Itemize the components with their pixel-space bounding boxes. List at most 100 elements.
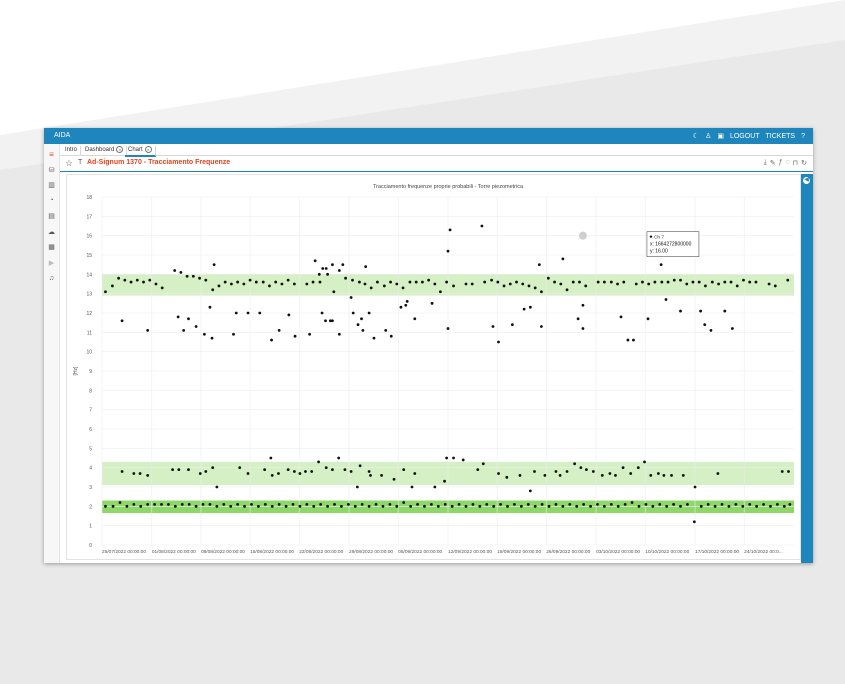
tab-intro[interactable]: Intro	[62, 146, 82, 155]
data-point	[510, 323, 514, 326]
data-point	[568, 503, 572, 506]
archive-icon[interactable]: ▦	[47, 242, 56, 251]
data-point	[452, 284, 455, 288]
y-tick-label: 5	[89, 446, 92, 452]
close-icon[interactable]: ×	[116, 146, 124, 153]
data-point	[405, 300, 409, 303]
data-point	[135, 278, 139, 282]
lock-icon[interactable]: ⊓	[793, 159, 798, 167]
scatter-chart[interactable]: Tracciamento frequenze proprie probabili…	[67, 175, 800, 559]
y-tick-label: 2	[89, 504, 92, 510]
data-point	[409, 504, 413, 508]
chart-icon[interactable]: ▥	[47, 180, 56, 189]
text-size-icon[interactable]: T	[78, 159, 82, 166]
right-collapse-bar[interactable]: ◀	[801, 174, 813, 563]
data-point	[578, 280, 581, 284]
data-point	[755, 504, 759, 508]
data-point	[533, 470, 536, 473]
data-point	[664, 298, 668, 301]
data-point	[703, 323, 707, 326]
data-point	[786, 278, 790, 282]
data-point	[762, 503, 765, 506]
play-icon[interactable]: ▶	[47, 258, 56, 267]
highlight-point	[578, 231, 587, 240]
data-point	[720, 503, 724, 506]
x-tick-label: 15/08/2022 00:00:00	[250, 549, 294, 555]
data-point	[476, 468, 480, 471]
logout-link[interactable]: LOGOUT	[730, 133, 760, 140]
data-point	[767, 282, 771, 286]
function-icon[interactable]: ƒ	[779, 159, 783, 167]
data-point	[401, 286, 405, 290]
data-point	[367, 470, 371, 473]
data-point	[506, 504, 509, 508]
tooltip-marker	[649, 235, 653, 238]
document-icon[interactable]: ▤	[47, 211, 56, 220]
data-point	[337, 456, 341, 460]
data-point	[270, 474, 274, 477]
tab-dashboard[interactable]: Dashboard ×	[82, 146, 128, 155]
data-point	[277, 503, 281, 506]
data-point	[571, 280, 575, 284]
data-point	[270, 504, 274, 508]
data-point	[341, 263, 345, 267]
bell-icon[interactable]: ♫	[47, 274, 56, 283]
data-point	[446, 249, 450, 253]
star-icon[interactable]: ☆	[65, 158, 73, 169]
data-point	[621, 466, 625, 470]
y-tick-label: 17	[86, 214, 92, 220]
page-title: Ad-Signum 1370 - Tracciamento Frequenze	[87, 159, 231, 166]
dashboard-icon[interactable]: ◔	[47, 196, 56, 205]
close-icon[interactable]: ×	[144, 146, 152, 153]
moon-icon[interactable]: ☾	[693, 132, 699, 140]
building-icon[interactable]: ▣	[717, 132, 724, 140]
data-point	[554, 503, 558, 506]
data-point	[236, 280, 240, 284]
help-link[interactable]: ?	[801, 133, 805, 140]
data-point	[660, 280, 664, 284]
arrow-left-icon[interactable]: ◀	[803, 177, 810, 184]
data-point	[337, 332, 341, 336]
data-point	[138, 472, 142, 475]
data-point	[522, 307, 526, 311]
data-point	[665, 504, 669, 508]
y-tick-label: 3	[89, 485, 92, 491]
data-point	[519, 504, 523, 508]
data-point	[191, 274, 195, 278]
data-point	[111, 504, 115, 508]
data-point	[139, 504, 143, 508]
refresh-icon[interactable]: ↻	[801, 159, 807, 167]
data-point	[318, 280, 322, 284]
data-point	[132, 503, 136, 506]
data-point	[250, 503, 253, 506]
data-point	[692, 520, 696, 524]
user-icon[interactable]: ♙	[705, 132, 711, 140]
data-point	[788, 503, 792, 506]
data-point	[187, 468, 190, 471]
comment-icon[interactable]: ◌	[785, 159, 789, 167]
cloud-icon[interactable]: ☁	[47, 227, 56, 236]
edit-icon[interactable]: ✎	[770, 159, 776, 167]
data-point	[388, 503, 392, 506]
tickets-link[interactable]: TICKETS	[766, 133, 796, 140]
data-point	[780, 470, 784, 473]
x-tick-label: 26/09/2022 00:00:00	[546, 549, 590, 555]
data-point	[129, 280, 133, 284]
data-point	[372, 336, 376, 340]
data-point	[292, 470, 296, 473]
data-point	[187, 317, 190, 321]
data-point	[324, 267, 328, 270]
data-point	[277, 329, 281, 332]
data-point	[452, 456, 455, 460]
data-point	[230, 282, 233, 286]
data-point	[380, 474, 383, 477]
download-icon[interactable]: ⤓	[764, 159, 767, 167]
data-point	[670, 474, 673, 477]
y-tick-label: 1	[89, 524, 92, 530]
database-icon[interactable]: ⛁	[47, 165, 56, 174]
data-point	[679, 278, 682, 282]
menu-icon[interactable]: ≡	[47, 150, 56, 159]
data-point	[537, 263, 541, 267]
data-point	[672, 278, 676, 282]
data-point	[641, 280, 644, 284]
